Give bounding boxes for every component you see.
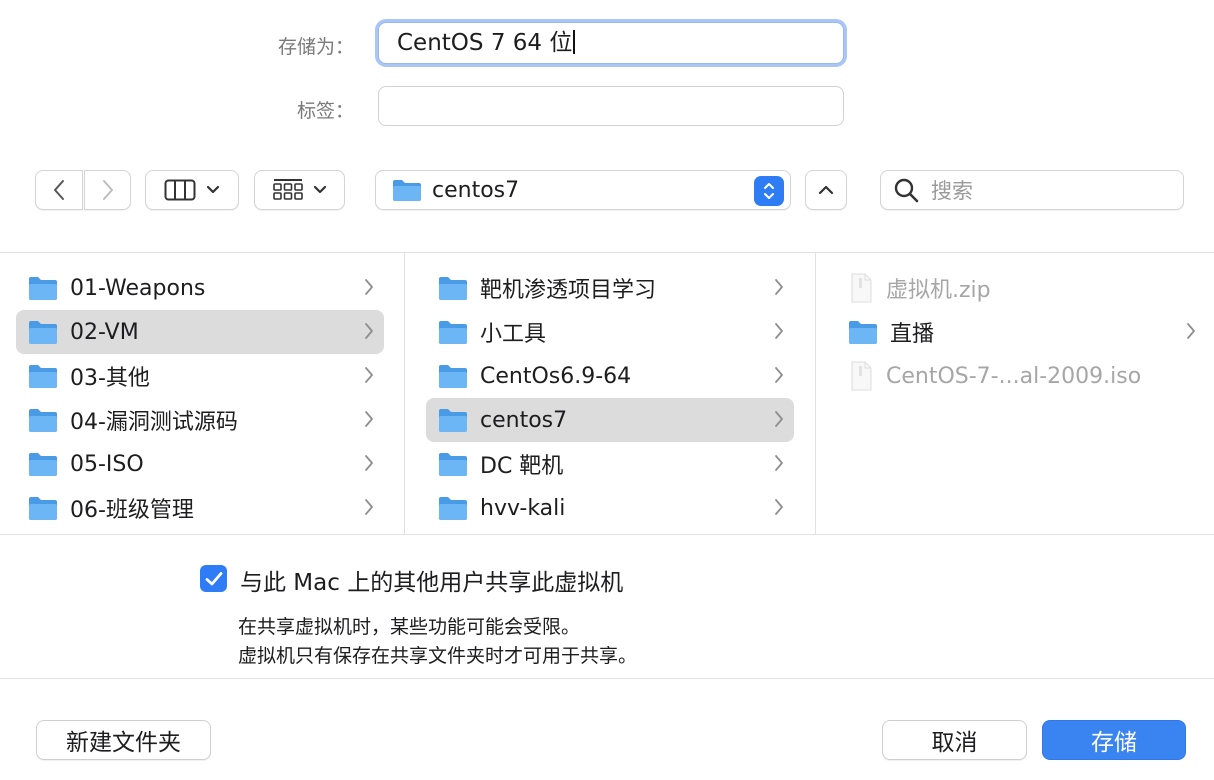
folder-row[interactable]: DC 靶机 xyxy=(426,442,794,486)
save-button[interactable]: 存储 xyxy=(1042,720,1186,760)
file-icon xyxy=(848,273,874,303)
item-name: 05-ISO xyxy=(70,451,144,477)
tags-label: 标签： xyxy=(296,100,354,122)
item-name: 03-其他 xyxy=(70,366,150,391)
item-name: 虚拟机.zip xyxy=(886,278,991,303)
chevron-right-icon xyxy=(364,278,374,300)
item-name: 01-Weapons xyxy=(70,275,206,301)
text-caret xyxy=(573,29,576,54)
chevron-right-icon xyxy=(364,366,374,388)
file-row: CentOS-7-...al-2009.iso xyxy=(836,354,1214,398)
chevron-right-icon xyxy=(774,322,784,344)
column-divider xyxy=(404,253,405,534)
chevron-right-icon xyxy=(774,454,784,476)
view-mode-button[interactable] xyxy=(145,170,239,210)
chevron-left-icon xyxy=(54,180,64,200)
folder-icon xyxy=(438,451,468,477)
share-checkbox-label[interactable]: 与此 Mac 上的其他用户共享此虚拟机 xyxy=(240,563,623,597)
browser-column-1: 01-Weapons 02-VM 03-其他 04-漏洞测试源码 05-ISO 06-班级… xyxy=(16,266,384,530)
columns-view-icon xyxy=(164,179,196,201)
folder-icon xyxy=(438,319,468,345)
chevron-right-icon xyxy=(774,278,784,300)
folder-icon xyxy=(438,363,468,389)
item-name: 小工具 xyxy=(480,322,547,347)
item-name: centos7 xyxy=(480,407,568,433)
forward-button[interactable] xyxy=(84,170,131,210)
folder-icon xyxy=(438,407,468,433)
chevron-right-icon xyxy=(774,410,784,432)
file-icon xyxy=(848,361,874,391)
chevron-right-icon xyxy=(774,366,784,388)
item-name: 直播 xyxy=(890,322,935,347)
chevron-down-icon xyxy=(313,185,326,194)
item-name: 靶机渗透项目学习 xyxy=(480,278,657,303)
chevron-right-icon xyxy=(102,180,113,200)
item-name: 04-漏洞测试源码 xyxy=(70,410,238,435)
search-input[interactable]: 搜索 xyxy=(880,170,1184,210)
search-icon xyxy=(894,178,919,203)
chevron-right-icon xyxy=(774,498,784,520)
folder-icon xyxy=(28,451,58,477)
collapse-button[interactable] xyxy=(805,170,847,210)
location-label: centos7 xyxy=(432,177,520,203)
browser-column-2: 靶机渗透项目学习 小工具 CentOs6.9-64 centos7 DC 靶机 hvv-k… xyxy=(426,266,794,530)
folder-row[interactable]: CentOs6.9-64 xyxy=(426,354,794,398)
file-row: 虚拟机.zip xyxy=(836,266,1214,310)
folder-icon xyxy=(438,495,468,521)
item-name: 02-VM xyxy=(70,319,139,345)
item-name: 06-班级管理 xyxy=(70,498,194,523)
folder-icon xyxy=(848,319,878,345)
folder-icon xyxy=(28,319,58,345)
folder-row[interactable]: 小工具 xyxy=(426,310,794,354)
chevron-down-icon xyxy=(206,185,220,194)
folder-row[interactable]: 02-VM xyxy=(16,310,384,354)
folder-row[interactable]: 04-漏洞测试源码 xyxy=(16,398,384,442)
folder-row[interactable]: 05-ISO xyxy=(16,442,384,486)
save-as-input[interactable]: CentOS 7 64 位 xyxy=(378,22,844,64)
folder-row[interactable]: 01-Weapons xyxy=(16,266,384,310)
location-popup[interactable]: centos7 xyxy=(375,170,791,210)
tags-input[interactable] xyxy=(378,86,844,126)
folder-row[interactable]: hvv-kali xyxy=(426,486,794,530)
share-note: 在共享虚拟机时，某些功能可能会受限。 xyxy=(238,616,581,638)
folder-icon xyxy=(393,180,421,201)
item-name: CentOS-7-...al-2009.iso xyxy=(886,363,1142,389)
folder-icon xyxy=(28,495,58,521)
chevron-right-icon xyxy=(364,322,374,344)
folder-icon xyxy=(28,407,58,433)
search-placeholder: 搜索 xyxy=(931,179,973,203)
folder-icon xyxy=(28,275,58,301)
checkmark-icon xyxy=(205,571,222,585)
divider xyxy=(0,534,1214,535)
chevron-right-icon xyxy=(1186,322,1196,344)
divider xyxy=(0,252,1214,253)
folder-icon xyxy=(28,363,58,389)
chevron-right-icon xyxy=(364,454,374,476)
item-name: CentOs6.9-64 xyxy=(480,363,632,389)
folder-row[interactable]: centos7 xyxy=(426,398,794,442)
share-note: 虚拟机只有保存在共享文件夹时才可用于共享。 xyxy=(238,645,638,667)
new-folder-button[interactable]: 新建文件夹 xyxy=(36,720,211,760)
save-as-label: 存储为： xyxy=(277,36,354,58)
save-as-input-value: CentOS 7 64 位 xyxy=(397,30,573,56)
chevron-right-icon xyxy=(364,410,374,432)
item-name: DC 靶机 xyxy=(480,454,564,479)
share-checkbox[interactable] xyxy=(200,565,227,592)
column-divider xyxy=(815,253,816,534)
cancel-button[interactable]: 取消 xyxy=(882,720,1027,760)
folder-row[interactable]: 06-班级管理 xyxy=(16,486,384,530)
folder-row[interactable]: 直播 xyxy=(836,310,1214,354)
group-by-button[interactable] xyxy=(254,170,345,210)
folder-row[interactable]: 03-其他 xyxy=(16,354,384,398)
back-button[interactable] xyxy=(35,170,83,210)
divider xyxy=(0,678,1214,679)
up-down-stepper-icon xyxy=(754,176,784,206)
chevron-up-icon xyxy=(818,185,834,195)
grid-icon xyxy=(272,179,303,200)
item-name: hvv-kali xyxy=(480,495,566,521)
chevron-right-icon xyxy=(364,498,374,520)
folder-icon xyxy=(438,275,468,301)
folder-row[interactable]: 靶机渗透项目学习 xyxy=(426,266,794,310)
browser-column-3: 虚拟机.zip 直播 CentOS-7-...al-2009.iso xyxy=(836,266,1214,398)
